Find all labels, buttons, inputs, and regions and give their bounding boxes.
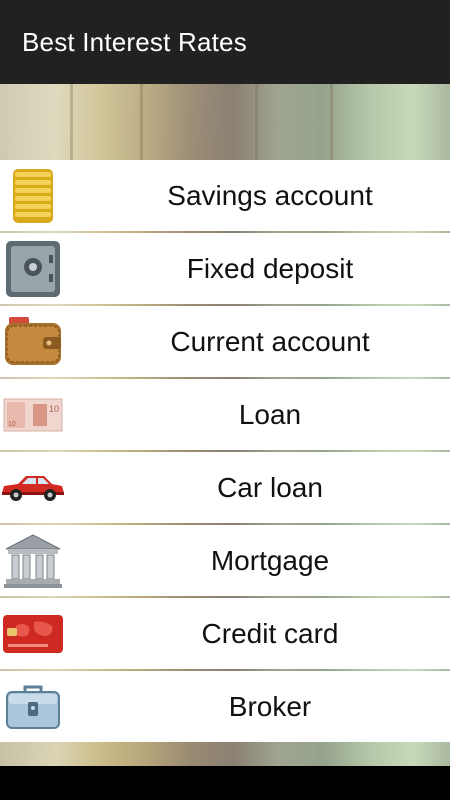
list-item-label: Fixed deposit xyxy=(186,252,354,284)
list-item-label: Credit card xyxy=(201,617,339,649)
list-item-current-account[interactable]: Current account xyxy=(0,306,450,377)
list-item-broker[interactable]: Broker xyxy=(0,671,450,742)
banknote-icon: 10 10 xyxy=(0,379,66,450)
system-navigation-bar xyxy=(0,766,450,800)
svg-text:10: 10 xyxy=(49,404,59,414)
list-item-label: Savings account xyxy=(167,179,373,211)
gold-coins-icon xyxy=(0,160,66,231)
wallet-icon xyxy=(0,306,66,377)
app-bar: Best Interest Rates xyxy=(0,0,450,84)
car-icon xyxy=(0,452,66,523)
list-item-credit-card[interactable]: Credit card xyxy=(0,598,450,669)
list-item-label: Car loan xyxy=(217,471,323,503)
credit-card-icon xyxy=(0,598,66,669)
list-item-label: Current account xyxy=(170,325,370,357)
list-item-car-loan[interactable]: Car loan xyxy=(0,452,450,523)
list-item-label: Loan xyxy=(238,398,302,430)
list-item-label: Mortgage xyxy=(210,544,330,576)
app-title: Best Interest Rates xyxy=(22,26,247,57)
safe-icon xyxy=(0,233,66,304)
list-item-savings-account[interactable]: Savings account xyxy=(0,160,450,231)
list-item-loan[interactable]: 10 10 Loan xyxy=(0,379,450,450)
briefcase-icon xyxy=(0,671,66,742)
account-type-list: Savings account Fixed deposit Current ac… xyxy=(0,160,450,744)
list-item-mortgage[interactable]: Mortgage xyxy=(0,525,450,596)
list-item-label: Broker xyxy=(228,690,312,722)
list-item-fixed-deposit[interactable]: Fixed deposit xyxy=(0,233,450,304)
svg-text:10: 10 xyxy=(8,421,16,428)
bank-building-icon xyxy=(0,525,66,596)
